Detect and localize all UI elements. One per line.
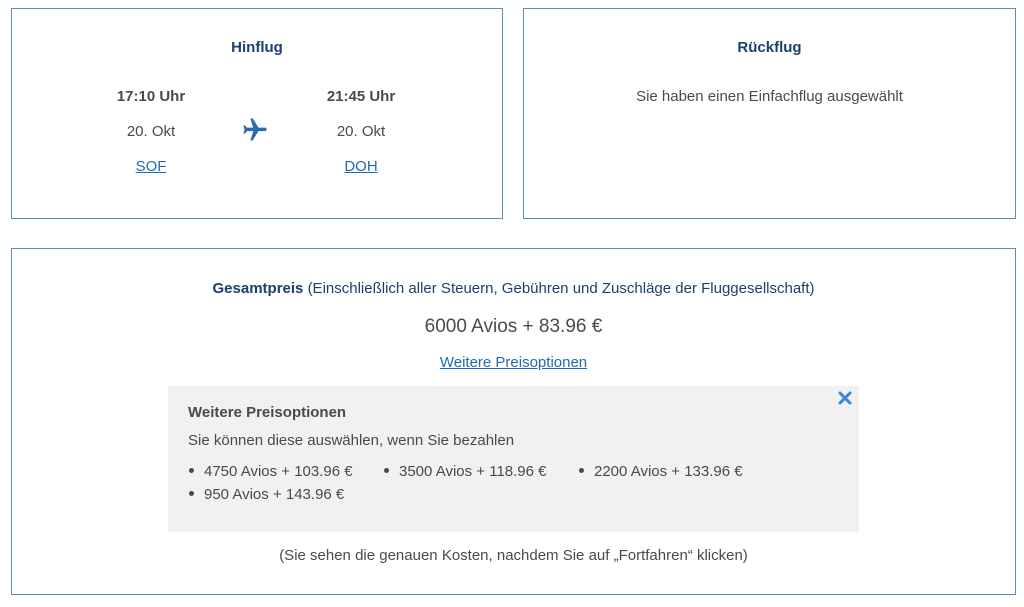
- close-icon[interactable]: [837, 390, 853, 406]
- outbound-flight-card: Hinflug 17:10 Uhr 20. Okt SOF 21:45 Uhr …: [11, 8, 503, 219]
- price-summary-card: Gesamtpreis (Einschließlich aller Steuer…: [11, 248, 1016, 595]
- arrival-airport-link[interactable]: DOH: [291, 158, 431, 175]
- price-option-item: 3500 Avios + 118.96 €: [384, 463, 547, 480]
- price-option-text: 4750 Avios + 103.96 €: [204, 463, 353, 480]
- total-price-amount: 6000 Avios + 83.96 €: [424, 316, 603, 337]
- bullet-icon: [189, 490, 194, 496]
- price-options-panel: Weitere Preisoptionen Sie können diese a…: [168, 386, 859, 532]
- arrival-date: 20. Okt: [336, 123, 386, 140]
- departure-time: 17:10 Uhr: [116, 88, 186, 105]
- options-panel-subtitle: Sie können diese auswählen, wenn Sie bez…: [188, 432, 515, 449]
- price-option-item: 950 Avios + 143.96 €: [189, 486, 344, 503]
- return-flight-card: Rückflug Sie haben einen Einfachflug aus…: [523, 8, 1016, 219]
- options-panel-title: Weitere Preisoptionen: [188, 404, 347, 421]
- departure-date: 20. Okt: [126, 123, 176, 140]
- price-option-text: 3500 Avios + 118.96 €: [399, 463, 547, 480]
- return-title: Rückflug: [737, 39, 802, 56]
- departure-airport-link[interactable]: SOF: [81, 158, 221, 175]
- total-price-note: (Einschließlich aller Steuern, Gebühren …: [307, 280, 815, 297]
- price-option-item: 2200 Avios + 133.96 €: [579, 463, 743, 480]
- return-message: Sie haben einen Einfachflug ausgewählt: [636, 88, 903, 105]
- total-price-heading: Gesamtpreis (Einschließlich aller Steuer…: [12, 280, 1015, 297]
- arrival-time: 21:45 Uhr: [326, 88, 396, 105]
- bullet-icon: [384, 467, 389, 473]
- price-option-text: 2200 Avios + 133.96 €: [594, 463, 743, 480]
- price-option-text: 950 Avios + 143.96 €: [204, 486, 345, 503]
- more-price-options-link[interactable]: Weitere Preisoptionen: [440, 354, 587, 371]
- bullet-icon: [189, 467, 194, 473]
- airplane-icon: [243, 118, 267, 141]
- outbound-title: Hinflug: [231, 39, 283, 56]
- price-note: (Sie sehen die genauen Kosten, nachdem S…: [279, 547, 748, 564]
- more-price-options-row: Weitere Preisoptionen: [12, 354, 1015, 371]
- bullet-icon: [579, 467, 584, 473]
- total-price-label: Gesamtpreis: [212, 280, 304, 297]
- price-option-item: 4750 Avios + 103.96 €: [189, 463, 353, 480]
